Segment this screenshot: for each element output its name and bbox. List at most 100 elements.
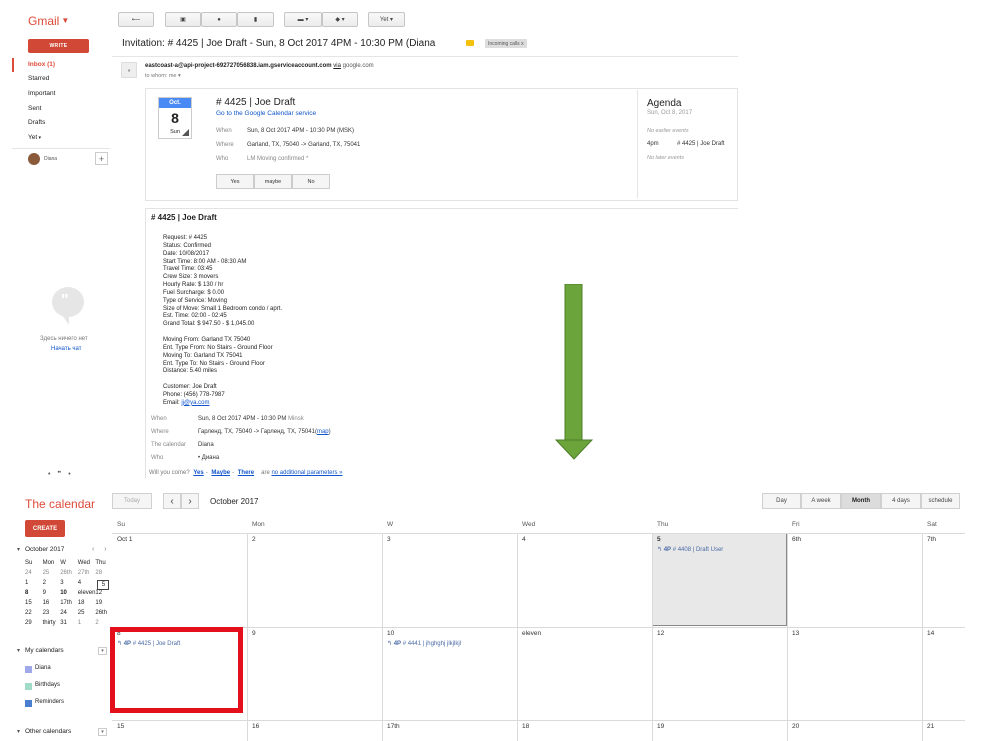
email-link[interactable]: jj@ya.com <box>181 400 209 406</box>
nav-starred[interactable]: Starred <box>28 75 49 82</box>
mini-day[interactable]: 23 <box>43 610 61 620</box>
other-calendars-title[interactable]: Other calendars <box>25 728 71 735</box>
day-number[interactable]: 16 <box>252 723 259 730</box>
mini-day[interactable]: 9 <box>43 590 61 600</box>
report-spam-button[interactable]: ● <box>201 12 237 27</box>
nav-drafts[interactable]: Drafts <box>28 119 45 126</box>
chevron-down-icon[interactable]: ▾ <box>17 647 20 654</box>
start-chat-link[interactable]: Начать чат <box>51 346 82 352</box>
rsvp-maybe-button[interactable]: maybe <box>254 174 292 189</box>
day-number[interactable]: 14 <box>927 630 934 637</box>
calendar-logo[interactable]: The calendar <box>25 497 95 511</box>
day-number[interactable]: 2 <box>252 536 256 543</box>
delete-button[interactable]: ▮ <box>237 12 274 27</box>
mini-day[interactable]: 15 <box>25 600 43 610</box>
move-to-button[interactable]: ▬ ▾ <box>284 12 322 27</box>
chat-user-name[interactable]: Diana <box>44 156 57 162</box>
via-link[interactable]: via <box>333 63 341 69</box>
map-link[interactable]: map <box>317 429 329 435</box>
day-number[interactable]: eleven <box>522 630 541 637</box>
day-number[interactable]: 20 <box>792 723 799 730</box>
mini-day[interactable]: 2 <box>43 580 61 590</box>
calendar-item-reminders[interactable]: Reminders <box>35 699 64 705</box>
day-number[interactable]: 5 <box>657 536 661 543</box>
day-number[interactable]: 9 <box>252 630 256 637</box>
mini-day[interactable]: 17th <box>60 600 78 610</box>
mini-day[interactable]: 16 <box>43 600 61 610</box>
mini-calendar-title[interactable]: October 2017 <box>17 546 64 553</box>
other-calendars-menu-button[interactable]: ▾ <box>98 728 107 736</box>
nav-sent[interactable]: Sent <box>28 105 41 112</box>
more-button[interactable]: Yet ▾ <box>368 12 405 27</box>
day-number[interactable]: 21 <box>927 723 934 730</box>
day-number[interactable]: 15 <box>117 723 124 730</box>
view-4days-button[interactable]: 4 days <box>881 493 921 509</box>
calendar-item-birthdays[interactable]: Birthdays <box>35 682 60 688</box>
archive-button[interactable]: ▣ <box>165 12 201 27</box>
sender-address[interactable]: eastcoast-a@api-project-692727056838.iam… <box>145 63 332 69</box>
calendar-event[interactable]: ↰ 4P # 4441 | jhghghj jlkjlkjl <box>387 640 461 647</box>
mini-day[interactable]: 1 <box>78 620 96 630</box>
day-number[interactable]: 12 <box>657 630 664 637</box>
calendar-color-swatch[interactable] <box>25 666 32 673</box>
rsvp-maybe-link[interactable]: Maybe <box>211 470 230 476</box>
mini-day[interactable]: 29 <box>25 620 43 630</box>
more-params-link[interactable]: no additional parameters » <box>271 470 342 476</box>
view-month-button[interactable]: Month <box>841 493 881 509</box>
day-number[interactable]: 19 <box>657 723 664 730</box>
add-chat-button[interactable]: + <box>95 152 108 165</box>
to-line[interactable]: to whom: me ▾ <box>145 73 181 79</box>
chevron-down-icon[interactable]: ▾ <box>178 73 181 79</box>
mini-day[interactable]: 5 <box>97 580 110 590</box>
mini-day[interactable]: 1 <box>25 580 43 590</box>
compose-button[interactable]: WRITE <box>28 39 89 53</box>
mini-day[interactable]: 31 <box>60 620 78 630</box>
mini-calendar-nav[interactable]: ‹ › <box>92 546 111 553</box>
calendar-item-diana[interactable]: Diana <box>35 665 51 671</box>
rsvp-yes-button[interactable]: Yes <box>216 174 254 189</box>
nav-inbox[interactable]: Inbox (1) <box>28 61 55 68</box>
nav-more[interactable]: Yet ▾ <box>28 134 41 141</box>
day-number[interactable]: 4 <box>522 536 526 543</box>
close-icon[interactable]: x <box>521 41 524 47</box>
mini-day[interactable]: 18 <box>78 600 96 610</box>
mini-day[interactable]: 12 <box>95 590 113 600</box>
labels-button[interactable]: ◆ ▾ <box>322 12 358 27</box>
day-number[interactable]: 13 <box>792 630 799 637</box>
mini-day[interactable]: 24 <box>60 610 78 620</box>
mini-day[interactable]: 24 <box>25 570 43 580</box>
next-month-button[interactable]: › <box>181 493 199 509</box>
day-number[interactable]: 7th <box>927 536 936 543</box>
rsvp-there-link[interactable]: There <box>238 470 254 476</box>
day-number[interactable]: 17th <box>387 723 400 730</box>
email-label-badge[interactable]: Incoming calls x <box>485 39 527 48</box>
view-day-button[interactable]: Day <box>762 493 801 509</box>
rsvp-yes-link[interactable]: Yes <box>193 470 203 476</box>
mini-day[interactable]: 19 <box>95 600 113 610</box>
day-number[interactable]: 3 <box>387 536 391 543</box>
mini-day[interactable]: 25 <box>43 570 61 580</box>
mini-day[interactable]: 28 <box>95 570 113 580</box>
mini-day[interactable]: 27th <box>78 570 96 580</box>
gmail-logo[interactable]: Gmail ▼ <box>28 14 69 28</box>
avatar[interactable] <box>28 153 40 165</box>
today-button[interactable]: Today <box>112 493 152 509</box>
day-number[interactable]: 10 <box>387 630 394 637</box>
day-number[interactable]: Oct 1 <box>117 536 133 543</box>
view-week-button[interactable]: A week <box>801 493 841 509</box>
calendar-color-swatch[interactable] <box>25 683 32 690</box>
rsvp-no-button[interactable]: No <box>292 174 330 189</box>
mini-day[interactable]: 8 <box>25 590 43 600</box>
day-number[interactable]: 18 <box>522 723 529 730</box>
mini-day[interactable]: 4 <box>78 580 96 590</box>
reply-button[interactable]: ⟵ <box>118 12 154 27</box>
mini-day[interactable]: 3 <box>60 580 78 590</box>
mini-day[interactable]: 26th <box>95 610 113 620</box>
agenda-event[interactable]: # 4425 | Joe Draft <box>677 141 725 147</box>
mini-day[interactable]: thirty <box>43 620 61 630</box>
my-calendars-title[interactable]: My calendars <box>25 647 64 654</box>
calendar-color-swatch[interactable] <box>25 700 32 707</box>
mini-day[interactable]: 22 <box>25 610 43 620</box>
mini-day[interactable]: 25 <box>78 610 96 620</box>
create-event-button[interactable]: CREATE <box>25 520 65 537</box>
